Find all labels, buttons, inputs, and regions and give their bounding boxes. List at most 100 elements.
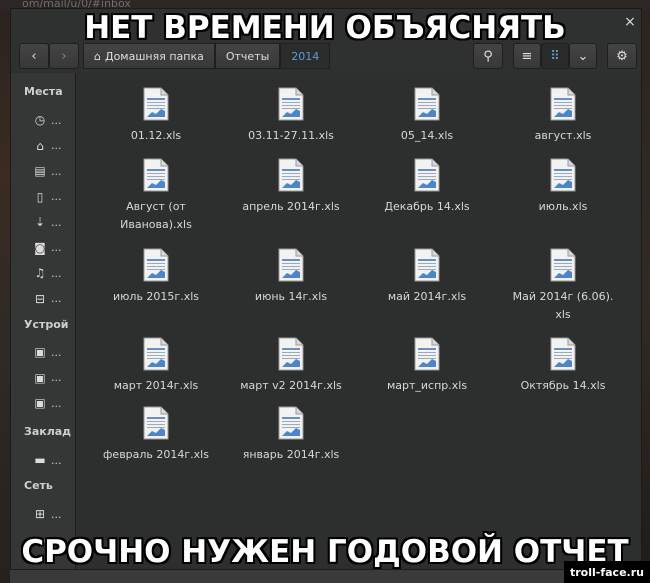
sidebar-item[interactable]: ⌂... [33,138,62,153]
sidebar-item-label: ... [51,241,62,254]
file-item[interactable]: август.xls [493,87,633,145]
trash-icon: ⊟ [34,291,46,306]
gear-icon[interactable]: ⚙ [607,43,637,69]
file-name: июль 2015г.xls [113,290,199,303]
file-name: xls [555,308,571,321]
sidebar-item-label: ... [51,113,62,127]
download-icon: ⇣ [34,215,46,229]
spreadsheet-file-icon [221,158,361,192]
meme-bottom-caption: СРОЧНО НУЖЕН ГОДОВОЙ ОТЧЕТ [21,534,629,570]
sidebar-item[interactable]: ◙... [33,240,62,255]
breadcrumb-label: Отчеты [225,49,270,63]
sidebar-item-label: ... [51,164,62,178]
file-name: Декабрь 14.xls [384,200,470,213]
sidebar-item[interactable]: ▤... [33,164,62,178]
sidebar-item-label: ... [51,345,62,359]
file-item[interactable]: июнь 14г.xls [221,248,361,306]
view-menu-button[interactable]: ⌄ [569,43,597,69]
file-item[interactable]: Август (от Иванова).xls [86,158,226,234]
sidebar-section-title: Устрой [24,318,69,331]
file-item[interactable]: май 2014г.xls [357,248,497,306]
home-icon: ⌂ [36,138,44,153]
sidebar-item[interactable]: ⊟... [33,292,62,306]
file-name: август.xls [534,129,592,142]
file-item[interactable]: апрель 2014г.xls [221,158,361,216]
spreadsheet-file-icon [86,337,226,371]
breadcrumb: ⌂ Домашняя папка Отчеты 2014 [83,43,331,69]
sidebar-item[interactable]: ♫... [33,266,62,280]
spreadsheet-file-icon [86,248,226,282]
file-name: март_испр.xls [386,379,468,392]
spreadsheet-file-icon [86,406,226,440]
spreadsheet-file-icon [221,248,361,282]
meme-top-caption: НЕТ ВРЕМЕНИ ОБЪЯСНЯТЬ [84,10,566,46]
spreadsheet-file-icon [357,248,497,282]
file-name: Октябрь 14.xls [520,379,606,392]
file-item[interactable]: июль.xls [493,158,633,216]
sidebar: Места ◷... ⌂... ▤... ▯... ⇣... ◙... ♫... ⊟... Уст… [11,73,76,569]
grid-view-button[interactable]: ⠿ [541,43,569,69]
watermark: troll-face.ru [564,561,650,583]
spreadsheet-file-icon [493,337,633,371]
sidebar-item[interactable]: ⊞... [33,507,62,521]
file-name: Иванова).xls [120,218,192,231]
file-name: 03.11-27.11.xls [248,129,334,142]
sidebar-item[interactable]: ▣... [33,396,61,410]
sidebar-item-label: ... [51,507,62,521]
sidebar-item[interactable]: ▯... [33,190,62,204]
file-name: 05_14.xls [400,129,454,142]
file-item[interactable]: 01.12.xls [86,87,226,145]
file-name: Август (от [126,200,186,213]
file-name: май 2014г.xls [387,290,467,303]
sidebar-item-label: ... [51,190,62,203]
file-item[interactable]: Октябрь 14.xls [493,337,633,395]
file-item[interactable]: январь 2014г.xls [221,406,361,464]
sidebar-item-label: ... [51,292,62,305]
home-icon: ⌂ [94,49,101,63]
drive-icon: ▣ [34,370,46,385]
sidebar-section-title: Сеть [24,479,53,492]
breadcrumb-reports[interactable]: Отчеты [214,43,281,69]
forward-button[interactable]: › [49,43,79,69]
drive-icon: ▣ [34,345,46,359]
sidebar-item-label: ... [51,371,62,384]
back-button[interactable]: ‹ [19,43,49,69]
file-name: март v2 2014г.xls [240,379,342,392]
sidebar-item[interactable]: ▣... [33,345,62,359]
sidebar-item[interactable]: ▣... [33,370,62,385]
sidebar-section-title: Заклад [24,425,72,438]
spreadsheet-file-icon [86,87,226,121]
list-view-button[interactable]: ≡ [513,43,541,69]
sidebar-item-label: ... [51,266,62,280]
spreadsheet-file-icon [493,158,633,192]
sidebar-item-label: ... [51,453,62,467]
file-item[interactable]: март v2 2014г.xls [221,337,361,395]
camera-icon: ◙ [34,240,46,255]
spreadsheet-file-icon [221,87,361,121]
file-item[interactable]: февраль 2014г.xls [86,406,226,464]
sidebar-item-label: ... [51,139,62,152]
sidebar-section-title: Места [24,85,63,98]
network-icon: ⊞ [34,507,46,521]
file-item[interactable]: 03.11-27.11.xls [221,87,361,145]
file-item[interactable]: Декабрь 14.xls [357,158,497,216]
search-button[interactable]: ⚲ [473,43,503,69]
file-name: Май 2014г (6.06). [512,290,614,303]
sidebar-item[interactable]: ⇣... [33,215,62,229]
breadcrumb-home[interactable]: ⌂ Домашняя папка [83,43,215,69]
breadcrumb-2014[interactable]: 2014 [280,43,331,69]
file-item[interactable]: 05_14.xls [357,87,497,145]
file-item[interactable]: март 2014г.xls [86,337,226,395]
file-item[interactable]: март_испр.xls [357,337,497,395]
file-name: июнь 14г.xls [254,290,328,303]
file-item[interactable]: Май 2014г (6.06). xls [493,248,633,324]
file-name: апрель 2014г.xls [242,200,340,213]
spreadsheet-file-icon [357,87,497,121]
clock-icon: ◷ [34,113,46,127]
sidebar-item[interactable]: ▬... [33,453,62,467]
spreadsheet-file-icon [357,337,497,371]
sidebar-item[interactable]: ◷... [33,113,62,127]
file-name: 01.12.xls [130,129,182,142]
file-item[interactable]: июль 2015г.xls [86,248,226,306]
spreadsheet-file-icon [493,87,633,121]
